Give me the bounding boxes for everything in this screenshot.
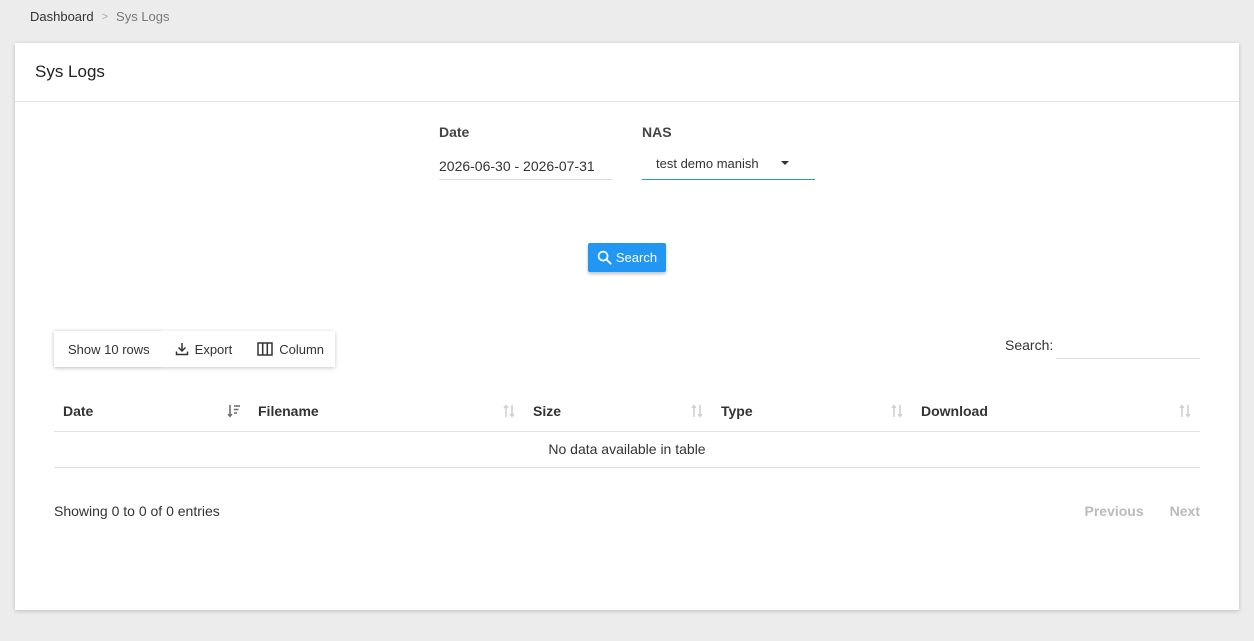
search-icon — [597, 250, 612, 265]
table-header-row: Date Filename Size Type Download — [54, 392, 1200, 432]
column-header-size[interactable]: Size — [524, 392, 712, 432]
sort-both-icon — [891, 404, 903, 418]
table-row: No data available in table — [54, 431, 1200, 468]
column-button[interactable]: Column — [243, 331, 336, 367]
page-title: Sys Logs — [35, 62, 105, 81]
sort-desc-icon — [227, 405, 240, 418]
table-toolbar: Show 10 rows Export Column — [54, 331, 336, 367]
sys-logs-card: Sys Logs Date 2026-06-30 - 2026-07-31 NA… — [15, 43, 1239, 610]
caret-down-icon — [781, 161, 789, 165]
column-header-label: Type — [721, 403, 753, 420]
nas-selected-value: test demo manish — [656, 156, 759, 171]
column-label: Column — [279, 341, 325, 357]
column-header-date[interactable]: Date — [54, 392, 249, 432]
date-label: Date — [439, 124, 470, 140]
sort-both-icon — [691, 404, 703, 418]
date-range-field[interactable]: 2026-06-30 - 2026-07-31 — [439, 153, 613, 180]
card-header: Sys Logs — [15, 43, 1239, 102]
sort-both-icon — [503, 404, 515, 418]
column-header-label: Download — [921, 403, 988, 420]
table-search-input[interactable] — [1056, 331, 1200, 359]
show-rows-label: Show 10 rows — [68, 341, 150, 357]
download-icon — [175, 343, 188, 356]
table-info: Showing 0 to 0 of 0 entries — [54, 503, 220, 519]
search-button-label: Search — [615, 250, 658, 265]
sort-both-icon — [1179, 404, 1191, 418]
breadcrumb-separator: > — [101, 10, 109, 23]
nas-select[interactable]: test demo manish — [642, 148, 815, 180]
sys-logs-table: Date Filename Size Type Download No data… — [54, 392, 1200, 468]
export-button[interactable]: Export — [160, 331, 244, 367]
table-search-label: Search: — [1005, 337, 1054, 353]
breadcrumb-current: Sys Logs — [116, 9, 170, 24]
show-rows-button[interactable]: Show 10 rows — [54, 331, 161, 367]
empty-table-message: No data available in table — [54, 431, 1200, 468]
column-header-download[interactable]: Download — [912, 392, 1200, 432]
breadcrumb-dashboard-link[interactable]: Dashboard — [30, 9, 94, 24]
breadcrumb: Dashboard > Sys Logs — [30, 9, 170, 24]
column-header-label: Filename — [258, 403, 319, 420]
next-page-button[interactable]: Next — [1170, 503, 1200, 519]
search-button[interactable]: Search — [588, 243, 666, 272]
column-header-type[interactable]: Type — [712, 392, 912, 432]
previous-page-button[interactable]: Previous — [1085, 503, 1144, 519]
column-header-filename[interactable]: Filename — [249, 392, 524, 432]
column-header-label: Date — [63, 403, 94, 420]
export-label: Export — [194, 341, 233, 357]
column-header-label: Size — [533, 403, 562, 420]
pagination: Previous Next — [1059, 503, 1201, 519]
nas-label: NAS — [642, 124, 672, 140]
columns-icon — [257, 342, 273, 356]
